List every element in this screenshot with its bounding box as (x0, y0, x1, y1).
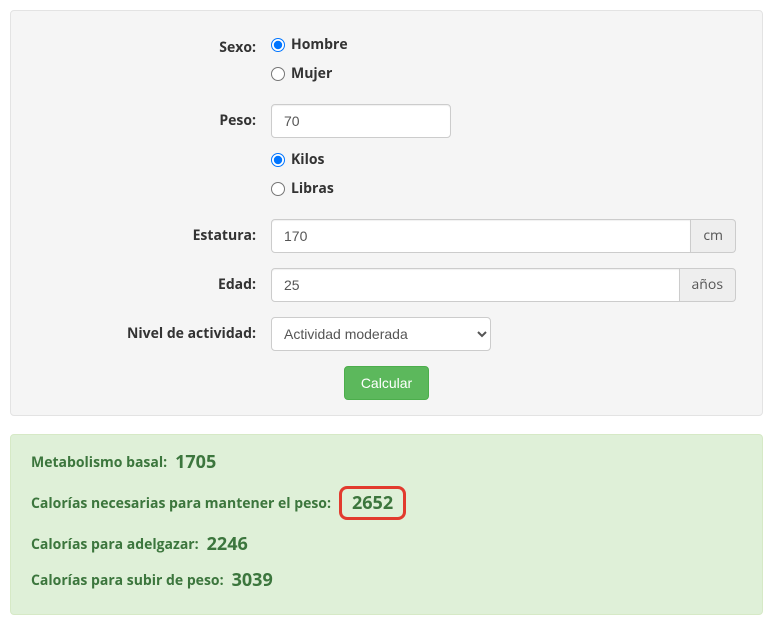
select-actividad[interactable]: Actividad moderada (271, 317, 491, 351)
row-peso: Peso: Kilos Libras (31, 104, 742, 204)
result-adelgazar-label: Calorías para adelgazar: (31, 535, 199, 554)
result-mantener-label: Calorías necesarias para mantener el pes… (31, 494, 331, 513)
result-mantener-value: 2652 (352, 491, 393, 515)
input-estatura[interactable] (271, 219, 691, 253)
result-basal: Metabolismo basal: 1705 (31, 450, 742, 474)
radio-hombre-label[interactable]: Hombre (291, 35, 348, 54)
results-panel: Metabolismo basal: 1705 Calorías necesar… (10, 434, 763, 615)
radio-mujer-label[interactable]: Mujer (291, 64, 332, 83)
result-subir-label: Calorías para subir de peso: (31, 571, 224, 590)
field-actividad: Actividad moderada (271, 317, 742, 351)
label-estatura: Estatura: (31, 219, 271, 245)
input-edad[interactable] (271, 268, 680, 302)
radio-hombre[interactable] (271, 38, 285, 52)
calorie-calculator-form: Sexo: Hombre Mujer Peso: Kilos Libras (10, 10, 763, 416)
radio-mujer[interactable] (271, 67, 285, 81)
unit-edad: años (680, 268, 736, 302)
row-estatura: Estatura: cm (31, 219, 742, 253)
input-peso[interactable] (271, 104, 451, 138)
label-sexo: Sexo: (31, 31, 271, 57)
row-edad: Edad: años (31, 268, 742, 302)
label-peso: Peso: (31, 104, 271, 130)
radio-kilos[interactable] (271, 153, 285, 167)
radio-kilos-label[interactable]: Kilos (291, 150, 324, 169)
calcular-button[interactable]: Calcular (344, 366, 429, 400)
label-actividad: Nivel de actividad: (31, 317, 271, 343)
row-actividad: Nivel de actividad: Actividad moderada (31, 317, 742, 351)
field-edad: años (271, 268, 742, 302)
field-sexo: Hombre Mujer (271, 31, 742, 89)
result-adelgazar: Calorías para adelgazar: 2246 (31, 532, 742, 556)
field-estatura: cm (271, 219, 742, 253)
result-mantener: Calorías necesarias para mantener el pes… (31, 486, 742, 520)
radio-libras-label[interactable]: Libras (291, 179, 334, 198)
field-peso: Kilos Libras (271, 104, 742, 204)
result-subir-value: 3039 (232, 568, 273, 592)
result-adelgazar-value: 2246 (207, 532, 248, 556)
unit-estatura: cm (691, 219, 736, 253)
result-basal-value: 1705 (175, 450, 216, 474)
row-sexo: Sexo: Hombre Mujer (31, 31, 742, 89)
submit-row: Calcular (31, 366, 742, 400)
radio-libras[interactable] (271, 182, 285, 196)
result-subir: Calorías para subir de peso: 3039 (31, 568, 742, 592)
highlight-mantener: 2652 (339, 486, 406, 520)
result-basal-label: Metabolismo basal: (31, 453, 167, 472)
label-edad: Edad: (31, 268, 271, 294)
